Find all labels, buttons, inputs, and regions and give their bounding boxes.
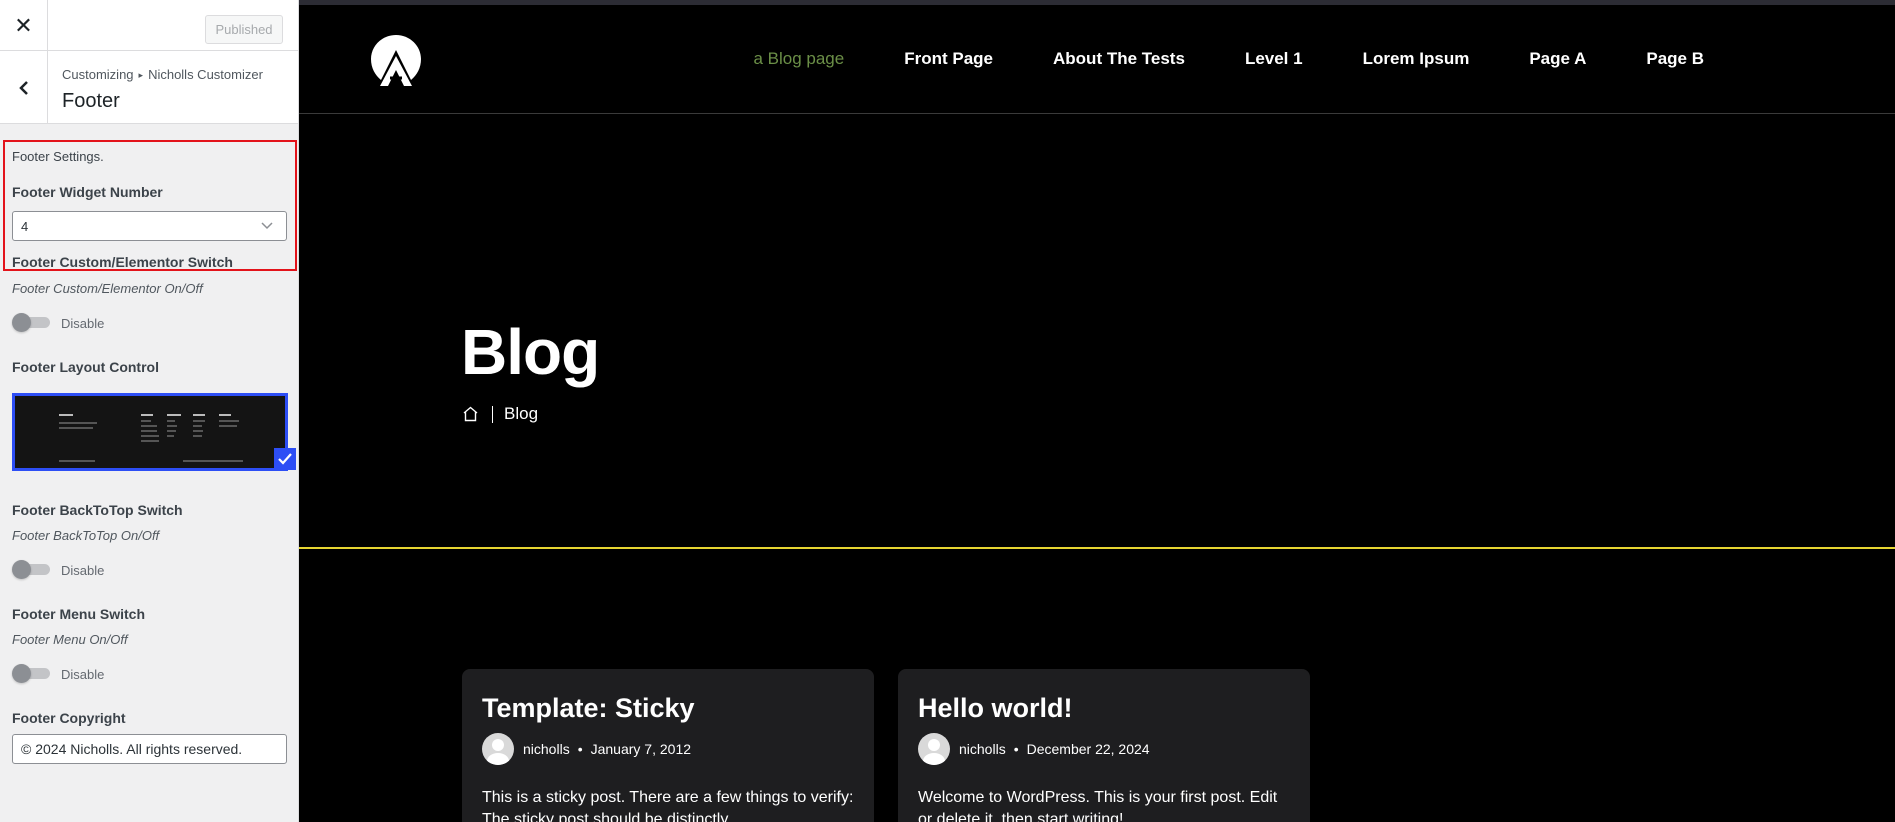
home-icon[interactable]: [462, 406, 479, 422]
section-header: Customizing ▸ Nicholls Customizer Footer: [0, 51, 298, 124]
backtotop-switch-toggle[interactable]: [12, 560, 50, 579]
post-date: January 7, 2012: [590, 741, 692, 757]
post-title[interactable]: Hello world!: [918, 693, 1073, 724]
backtotop-switch-state: Disable: [61, 563, 105, 578]
close-customizer-button[interactable]: ✕: [0, 0, 48, 51]
menu-switch-toggle[interactable]: [12, 664, 50, 683]
breadcrumb-root: Customizing: [62, 67, 134, 82]
chevron-down-icon: [261, 222, 273, 230]
backtotop-switch-label: Footer BackToTop Switch: [12, 502, 183, 518]
elementor-switch-toggle[interactable]: [12, 313, 50, 332]
widget-number-value: 4: [21, 218, 29, 234]
avatar: [918, 733, 950, 765]
menu-switch-label: Footer Menu Switch: [12, 606, 145, 622]
copyright-input[interactable]: © 2024 Nicholls. All rights reserved.: [12, 734, 287, 764]
site-preview: a Blog page Front Page About The Tests L…: [299, 0, 1895, 822]
settings-heading: Footer Settings.: [12, 149, 104, 164]
customizer-header: ✕ Published: [0, 0, 298, 51]
section-title: Footer: [62, 90, 120, 112]
post-author[interactable]: nicholls: [523, 741, 570, 757]
selected-check-icon: [274, 448, 296, 470]
breadcrumb: Customizing ▸ Nicholls Customizer: [62, 67, 263, 82]
avatar: [482, 733, 514, 765]
nav-item-page-b[interactable]: Page B: [1646, 49, 1704, 69]
breadcrumb-divider: [492, 405, 493, 423]
publish-button[interactable]: Published: [205, 15, 283, 44]
copyright-label: Footer Copyright: [12, 710, 126, 726]
post-author[interactable]: nicholls: [959, 741, 1006, 757]
nav-item-page-a[interactable]: Page A: [1529, 49, 1586, 69]
nav-item-lorem-ipsum[interactable]: Lorem Ipsum: [1363, 49, 1470, 69]
layout-control-label: Footer Layout Control: [12, 359, 159, 375]
chevron-left-icon: [18, 80, 28, 95]
main-navigation: a Blog page Front Page About The Tests L…: [693, 49, 1704, 69]
post-card[interactable]: Hello world! nicholls • December 22, 202…: [898, 669, 1310, 822]
post-meta: nicholls • January 7, 2012: [482, 733, 691, 765]
post-excerpt: Welcome to WordPress. This is your first…: [918, 789, 1278, 822]
meta-dot: •: [1013, 741, 1019, 757]
post-meta: nicholls • December 22, 2024: [918, 733, 1150, 765]
widget-number-label: Footer Widget Number: [12, 184, 163, 200]
breadcrumb-separator: ▸: [138, 70, 144, 80]
page-breadcrumb: Blog: [462, 404, 538, 424]
footer-layout-option[interactable]: [12, 393, 288, 471]
customizer-sidebar: ✕ Published Customizing ▸ Nicholls Customi…: [0, 0, 299, 822]
site-header: a Blog page Front Page About The Tests L…: [299, 5, 1895, 114]
post-title[interactable]: Template: Sticky: [482, 693, 695, 724]
elementor-switch-state: Disable: [61, 316, 105, 331]
nav-item-front-page[interactable]: Front Page: [904, 49, 993, 69]
back-button[interactable]: [0, 51, 48, 124]
backtotop-switch-description: Footer BackToTop On/Off: [12, 528, 160, 543]
widget-number-select[interactable]: 4: [12, 211, 287, 241]
hero-divider: [299, 547, 1895, 549]
site-logo-icon[interactable]: [368, 32, 424, 88]
elementor-switch-label: Footer Custom/Elementor Switch: [12, 254, 233, 270]
page-title: Blog: [461, 316, 600, 388]
nav-item-blog-page[interactable]: a Blog page: [753, 49, 844, 69]
post-card[interactable]: Template: Sticky nicholls • January 7, 2…: [462, 669, 874, 822]
meta-dot: •: [577, 741, 583, 757]
nav-item-level-1[interactable]: Level 1: [1245, 49, 1303, 69]
post-excerpt: This is a sticky post. There are a few t…: [482, 789, 854, 822]
elementor-switch-description: Footer Custom/Elementor On/Off: [12, 281, 203, 296]
post-date: December 22, 2024: [1026, 741, 1150, 757]
menu-switch-description: Footer Menu On/Off: [12, 632, 128, 647]
menu-switch-state: Disable: [61, 667, 105, 682]
nav-item-about-the-tests[interactable]: About The Tests: [1053, 49, 1185, 69]
breadcrumb-current: Blog: [504, 404, 539, 423]
close-icon: ✕: [14, 12, 33, 38]
breadcrumb-panel: Nicholls Customizer: [148, 67, 263, 82]
